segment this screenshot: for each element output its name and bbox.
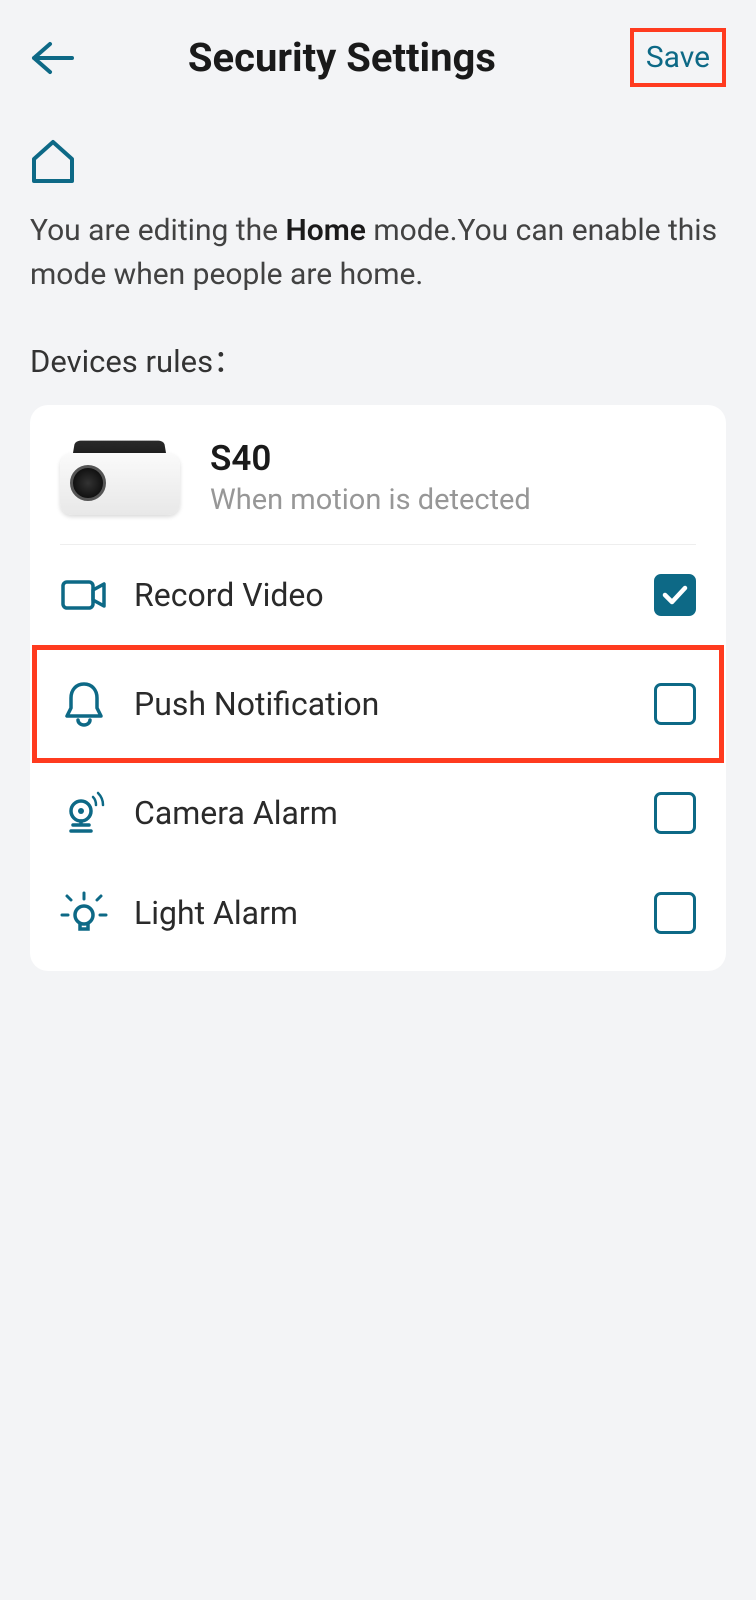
- rule-row-camera-alarm[interactable]: Camera Alarm: [60, 763, 696, 863]
- save-button[interactable]: Save: [630, 28, 726, 87]
- camera-image: [60, 435, 180, 520]
- checkbox-push-notification[interactable]: [654, 683, 696, 725]
- mode-description: You are editing the Home mode.You can en…: [30, 209, 726, 296]
- check-icon: [662, 584, 688, 606]
- highlighted-rule: Push Notification: [32, 645, 724, 763]
- checkbox-camera-alarm[interactable]: [654, 792, 696, 834]
- camera-alarm-icon: [60, 789, 108, 837]
- rule-row-light-alarm[interactable]: Light Alarm: [60, 863, 696, 971]
- device-header: S40 When motion is detected: [60, 405, 696, 545]
- home-icon: [30, 137, 726, 189]
- devices-rules-title: Devices rules：: [30, 336, 726, 381]
- device-rules-card: S40 When motion is detected Record Video: [30, 405, 726, 971]
- rule-row-push-notification[interactable]: Push Notification: [60, 650, 696, 758]
- content: You are editing the Home mode.You can en…: [0, 97, 756, 971]
- light-icon: [60, 889, 108, 937]
- rule-label: Camera Alarm: [134, 794, 628, 832]
- rule-label: Light Alarm: [134, 894, 628, 932]
- video-icon: [60, 571, 108, 619]
- checkbox-light-alarm[interactable]: [654, 892, 696, 934]
- bell-icon: [60, 680, 108, 728]
- device-name: S40: [210, 438, 696, 479]
- header: Security Settings Save: [0, 0, 756, 97]
- page-title: Security Settings: [54, 34, 630, 81]
- rule-row-record-video[interactable]: Record Video: [60, 545, 696, 645]
- rule-label: Record Video: [134, 576, 628, 614]
- checkbox-record-video[interactable]: [654, 574, 696, 616]
- device-subtitle: When motion is detected: [210, 483, 696, 517]
- rule-label: Push Notification: [134, 685, 628, 723]
